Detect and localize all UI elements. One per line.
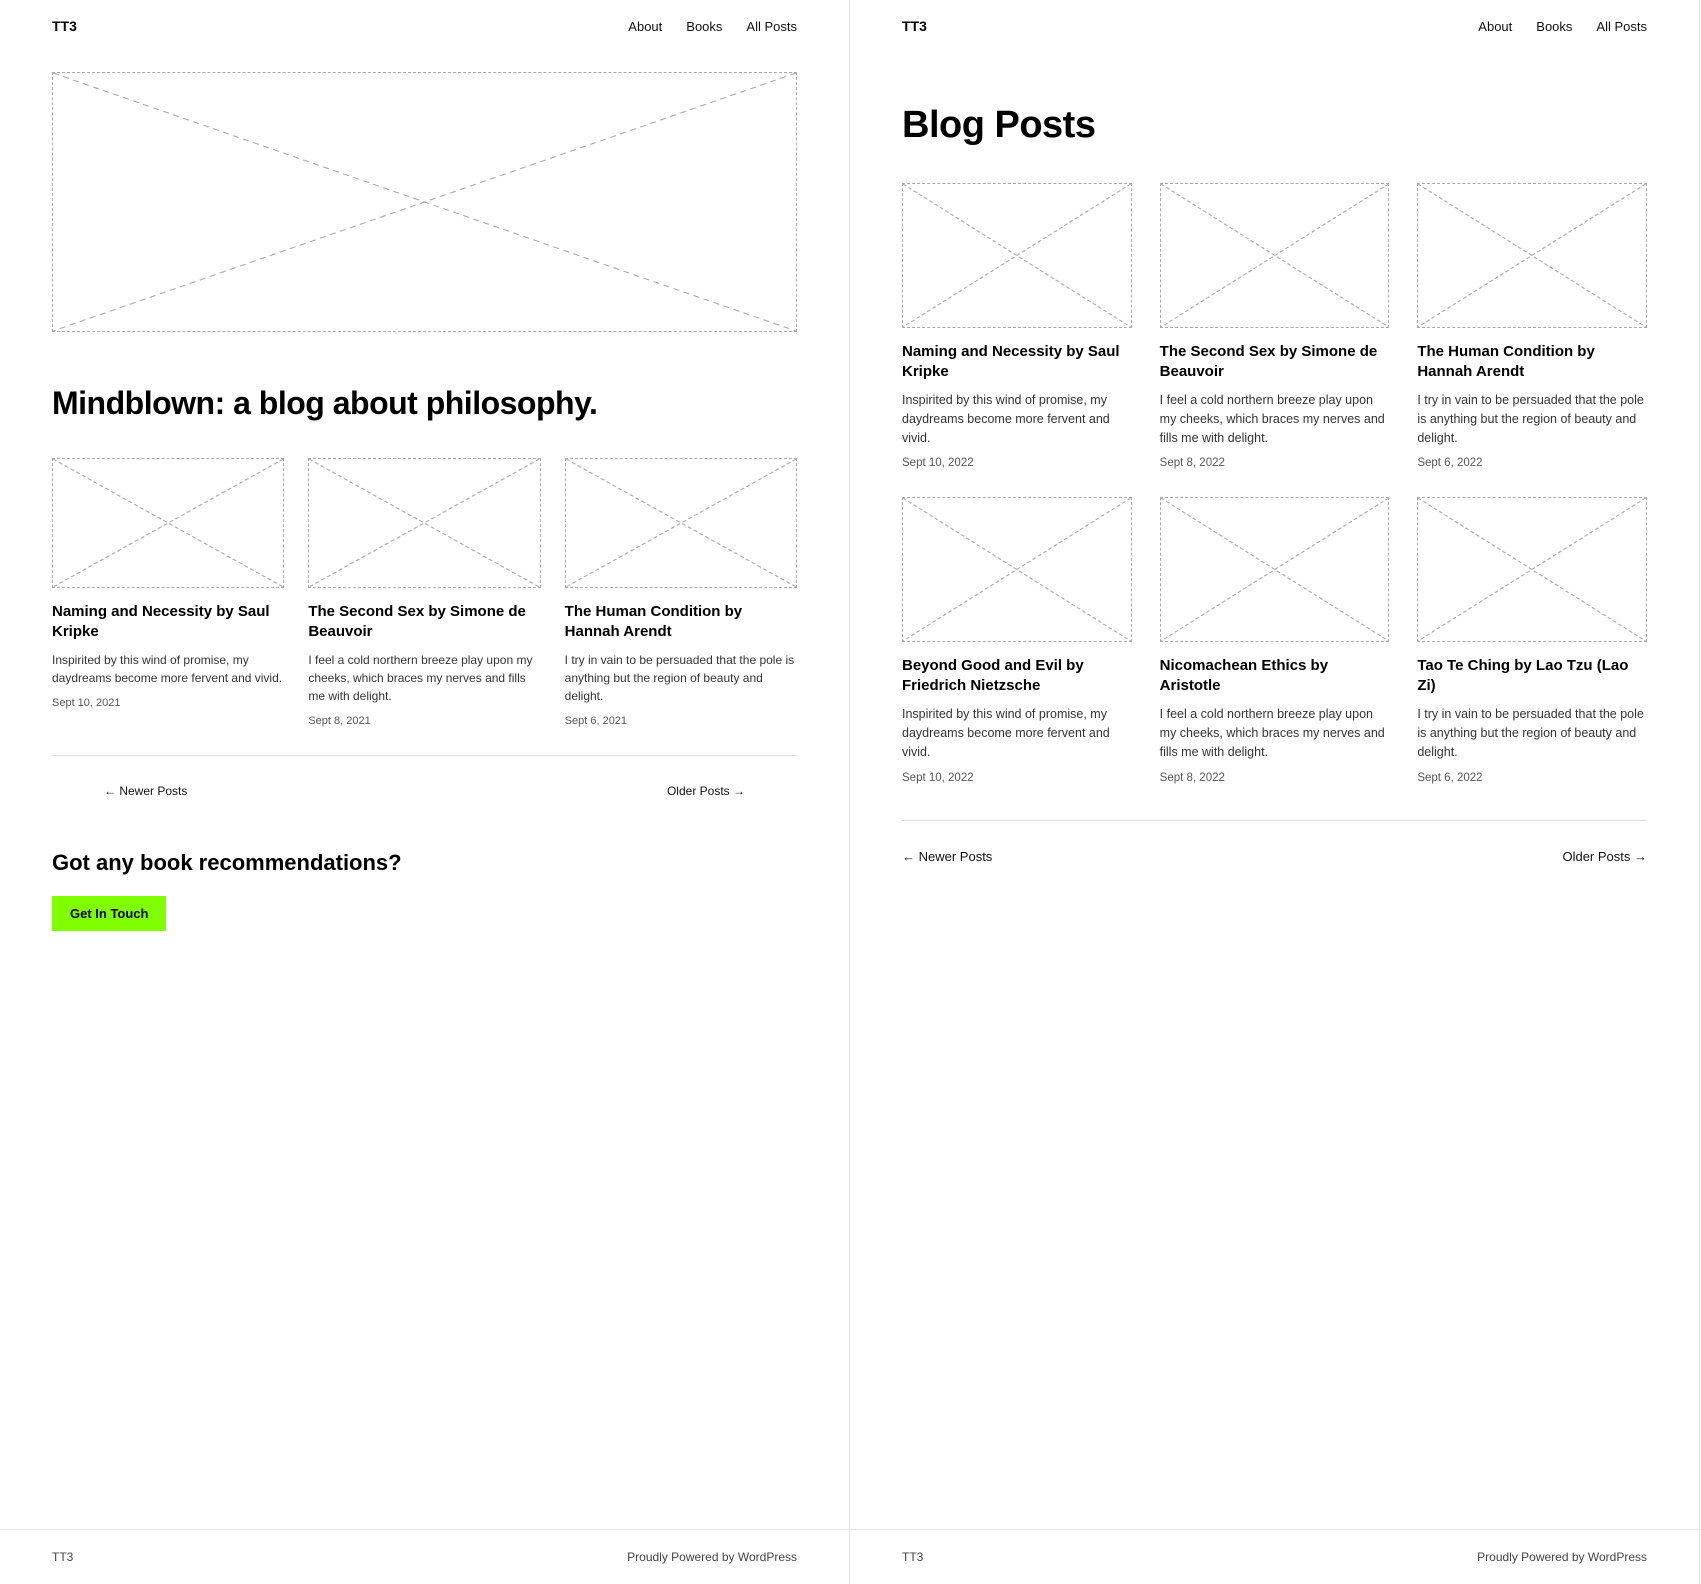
post2-date-3: Sept 10, 2022 [902,772,1132,784]
post2-title-4: Nicomachean Ethics by Aristotle [1160,656,1390,695]
post2-excerpt-0: Inspirited by this wind of promise, my d… [902,391,1132,447]
site-nav-right: About Books All Posts [1478,19,1647,34]
post-card-1: The Second Sex by Simone de Beauvoir I f… [308,458,540,727]
post2-title-2: The Human Condition by Hannah Arendt [1417,342,1647,381]
post2-date-0: Sept 10, 2022 [902,457,1132,469]
posts-row-1: Naming and Necessity by Saul Kripke Insp… [902,183,1647,469]
footer-logo-right: TT3 [902,1550,923,1564]
post-title-0: Naming and Necessity by Saul Kripke [52,602,284,641]
site-header-left: TT3 About Books All Posts [0,0,849,52]
posts-grid-left: Naming and Necessity by Saul Kripke Insp… [0,422,849,727]
pagination-right: ← Newer Posts Older Posts → [902,820,1647,864]
post2-excerpt-1: I feel a cold northern breeze play upon … [1160,391,1390,447]
post2-image-2 [1417,183,1647,328]
footer-powered-right: Proudly Powered by WordPress [1477,1550,1647,1564]
nav-books-left[interactable]: Books [686,19,722,34]
post-card2-5: Tao Te Ching by Lao Tzu (Lao Zi) I try i… [1417,497,1647,783]
nav-allposts-left[interactable]: All Posts [746,19,797,34]
post-title-1: The Second Sex by Simone de Beauvoir [308,602,540,641]
post-image-0 [52,458,284,588]
post2-image-1 [1160,183,1390,328]
site-footer-right: TT3 Proudly Powered by WordPress [850,1529,1699,1584]
nav-allposts-right[interactable]: All Posts [1596,19,1647,34]
post-image-2 [565,458,797,588]
pagination-left: ← Newer Posts Older Posts → [52,755,797,798]
panel2-content: Blog Posts Naming and Necessity by Saul … [850,52,1699,1529]
post-image-1 [308,458,540,588]
site-logo-right: TT3 [902,18,927,34]
post-date-2: Sept 6, 2021 [565,715,797,727]
post2-title-0: Naming and Necessity by Saul Kripke [902,342,1132,381]
post-card2-2: The Human Condition by Hannah Arendt I t… [1417,183,1647,469]
site-footer-left: TT3 Proudly Powered by WordPress [0,1529,849,1584]
post2-excerpt-3: Inspirited by this wind of promise, my d… [902,705,1132,761]
hero-image [52,72,797,332]
post-title-2: The Human Condition by Hannah Arendt [565,602,797,641]
older-posts-link-right[interactable]: Older Posts → [1562,849,1647,864]
footer-logo-left: TT3 [52,1550,73,1564]
post2-date-2: Sept 6, 2022 [1417,457,1647,469]
post2-date-4: Sept 8, 2022 [1160,772,1390,784]
older-posts-link-left[interactable]: Older Posts → [667,784,745,798]
footer-powered-left: Proudly Powered by WordPress [627,1550,797,1564]
post2-image-5 [1417,497,1647,642]
posts-row-2: Beyond Good and Evil by Friedrich Nietzs… [902,497,1647,783]
post-card2-1: The Second Sex by Simone de Beauvoir I f… [1160,183,1390,469]
nav-about-left[interactable]: About [628,19,662,34]
post2-title-1: The Second Sex by Simone de Beauvoir [1160,342,1390,381]
cta-title: Got any book recommendations? [52,850,797,876]
post2-title-3: Beyond Good and Evil by Friedrich Nietzs… [902,656,1132,695]
post-card2-4: Nicomachean Ethics by Aristotle I feel a… [1160,497,1390,783]
post2-excerpt-2: I try in vain to be persuaded that the p… [1417,391,1647,447]
nav-about-right[interactable]: About [1478,19,1512,34]
post2-date-1: Sept 8, 2022 [1160,457,1390,469]
nav-books-right[interactable]: Books [1536,19,1572,34]
site-nav-left: About Books All Posts [628,19,797,34]
post2-title-5: Tao Te Ching by Lao Tzu (Lao Zi) [1417,656,1647,695]
panel-right: TT3 About Books All Posts Blog Posts Nam… [850,0,1700,1584]
post-card-0: Naming and Necessity by Saul Kripke Insp… [52,458,284,727]
site-header-right: TT3 About Books All Posts [850,0,1699,52]
get-in-touch-button[interactable]: Get In Touch [52,896,166,931]
post-card2-3: Beyond Good and Evil by Friedrich Nietzs… [902,497,1132,783]
post2-image-3 [902,497,1132,642]
post2-excerpt-5: I try in vain to be persuaded that the p… [1417,705,1647,761]
post-excerpt-1: I feel a cold northern breeze play upon … [308,651,540,705]
post2-date-5: Sept 6, 2022 [1417,772,1647,784]
blog-posts-heading: Blog Posts [902,104,1647,147]
post-date-0: Sept 10, 2021 [52,697,284,709]
panel-left: TT3 About Books All Posts Mindblown: a b… [0,0,850,1584]
post-excerpt-2: I try in vain to be persuaded that the p… [565,651,797,705]
post2-image-4 [1160,497,1390,642]
newer-posts-link-right[interactable]: ← Newer Posts [902,849,992,864]
newer-posts-link-left[interactable]: ← Newer Posts [104,784,187,798]
post-excerpt-0: Inspirited by this wind of promise, my d… [52,651,284,687]
site-logo-left: TT3 [52,18,77,34]
post2-image-0 [902,183,1132,328]
site-tagline: Mindblown: a blog about philosophy. [0,332,849,422]
post2-excerpt-4: I feel a cold northern breeze play upon … [1160,705,1390,761]
post-date-1: Sept 8, 2021 [308,715,540,727]
cta-section: Got any book recommendations? Get In Tou… [0,798,849,931]
post-card2-0: Naming and Necessity by Saul Kripke Insp… [902,183,1132,469]
post-card-2: The Human Condition by Hannah Arendt I t… [565,458,797,727]
